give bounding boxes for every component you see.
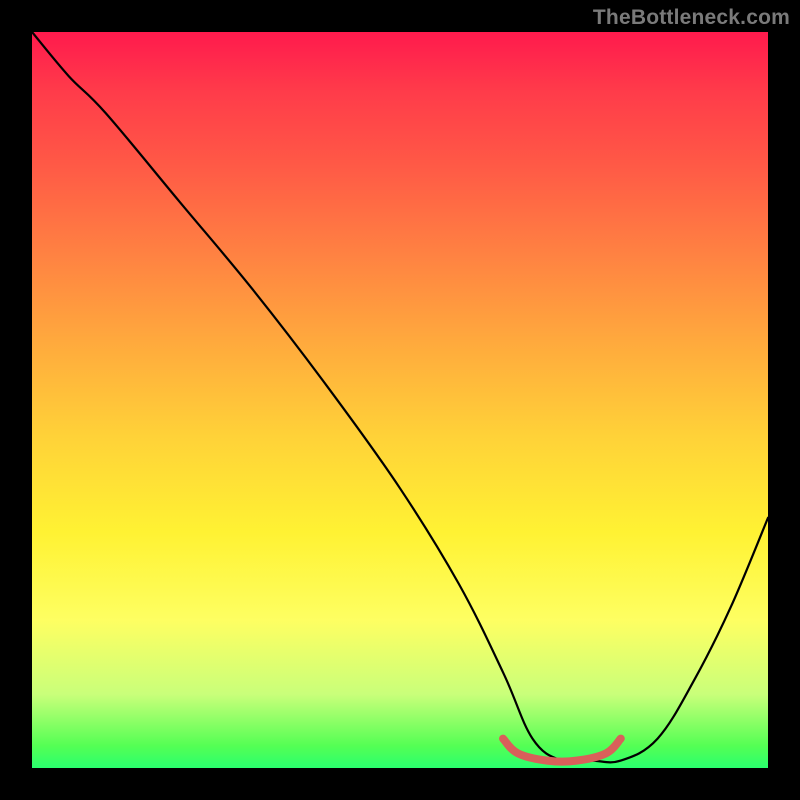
bottleneck-curve [32, 32, 768, 762]
chart-container: TheBottleneck.com [0, 0, 800, 800]
chart-svg [32, 32, 768, 768]
optimal-range-marker [503, 739, 621, 762]
plot-area [32, 32, 768, 768]
watermark-text: TheBottleneck.com [593, 6, 790, 30]
